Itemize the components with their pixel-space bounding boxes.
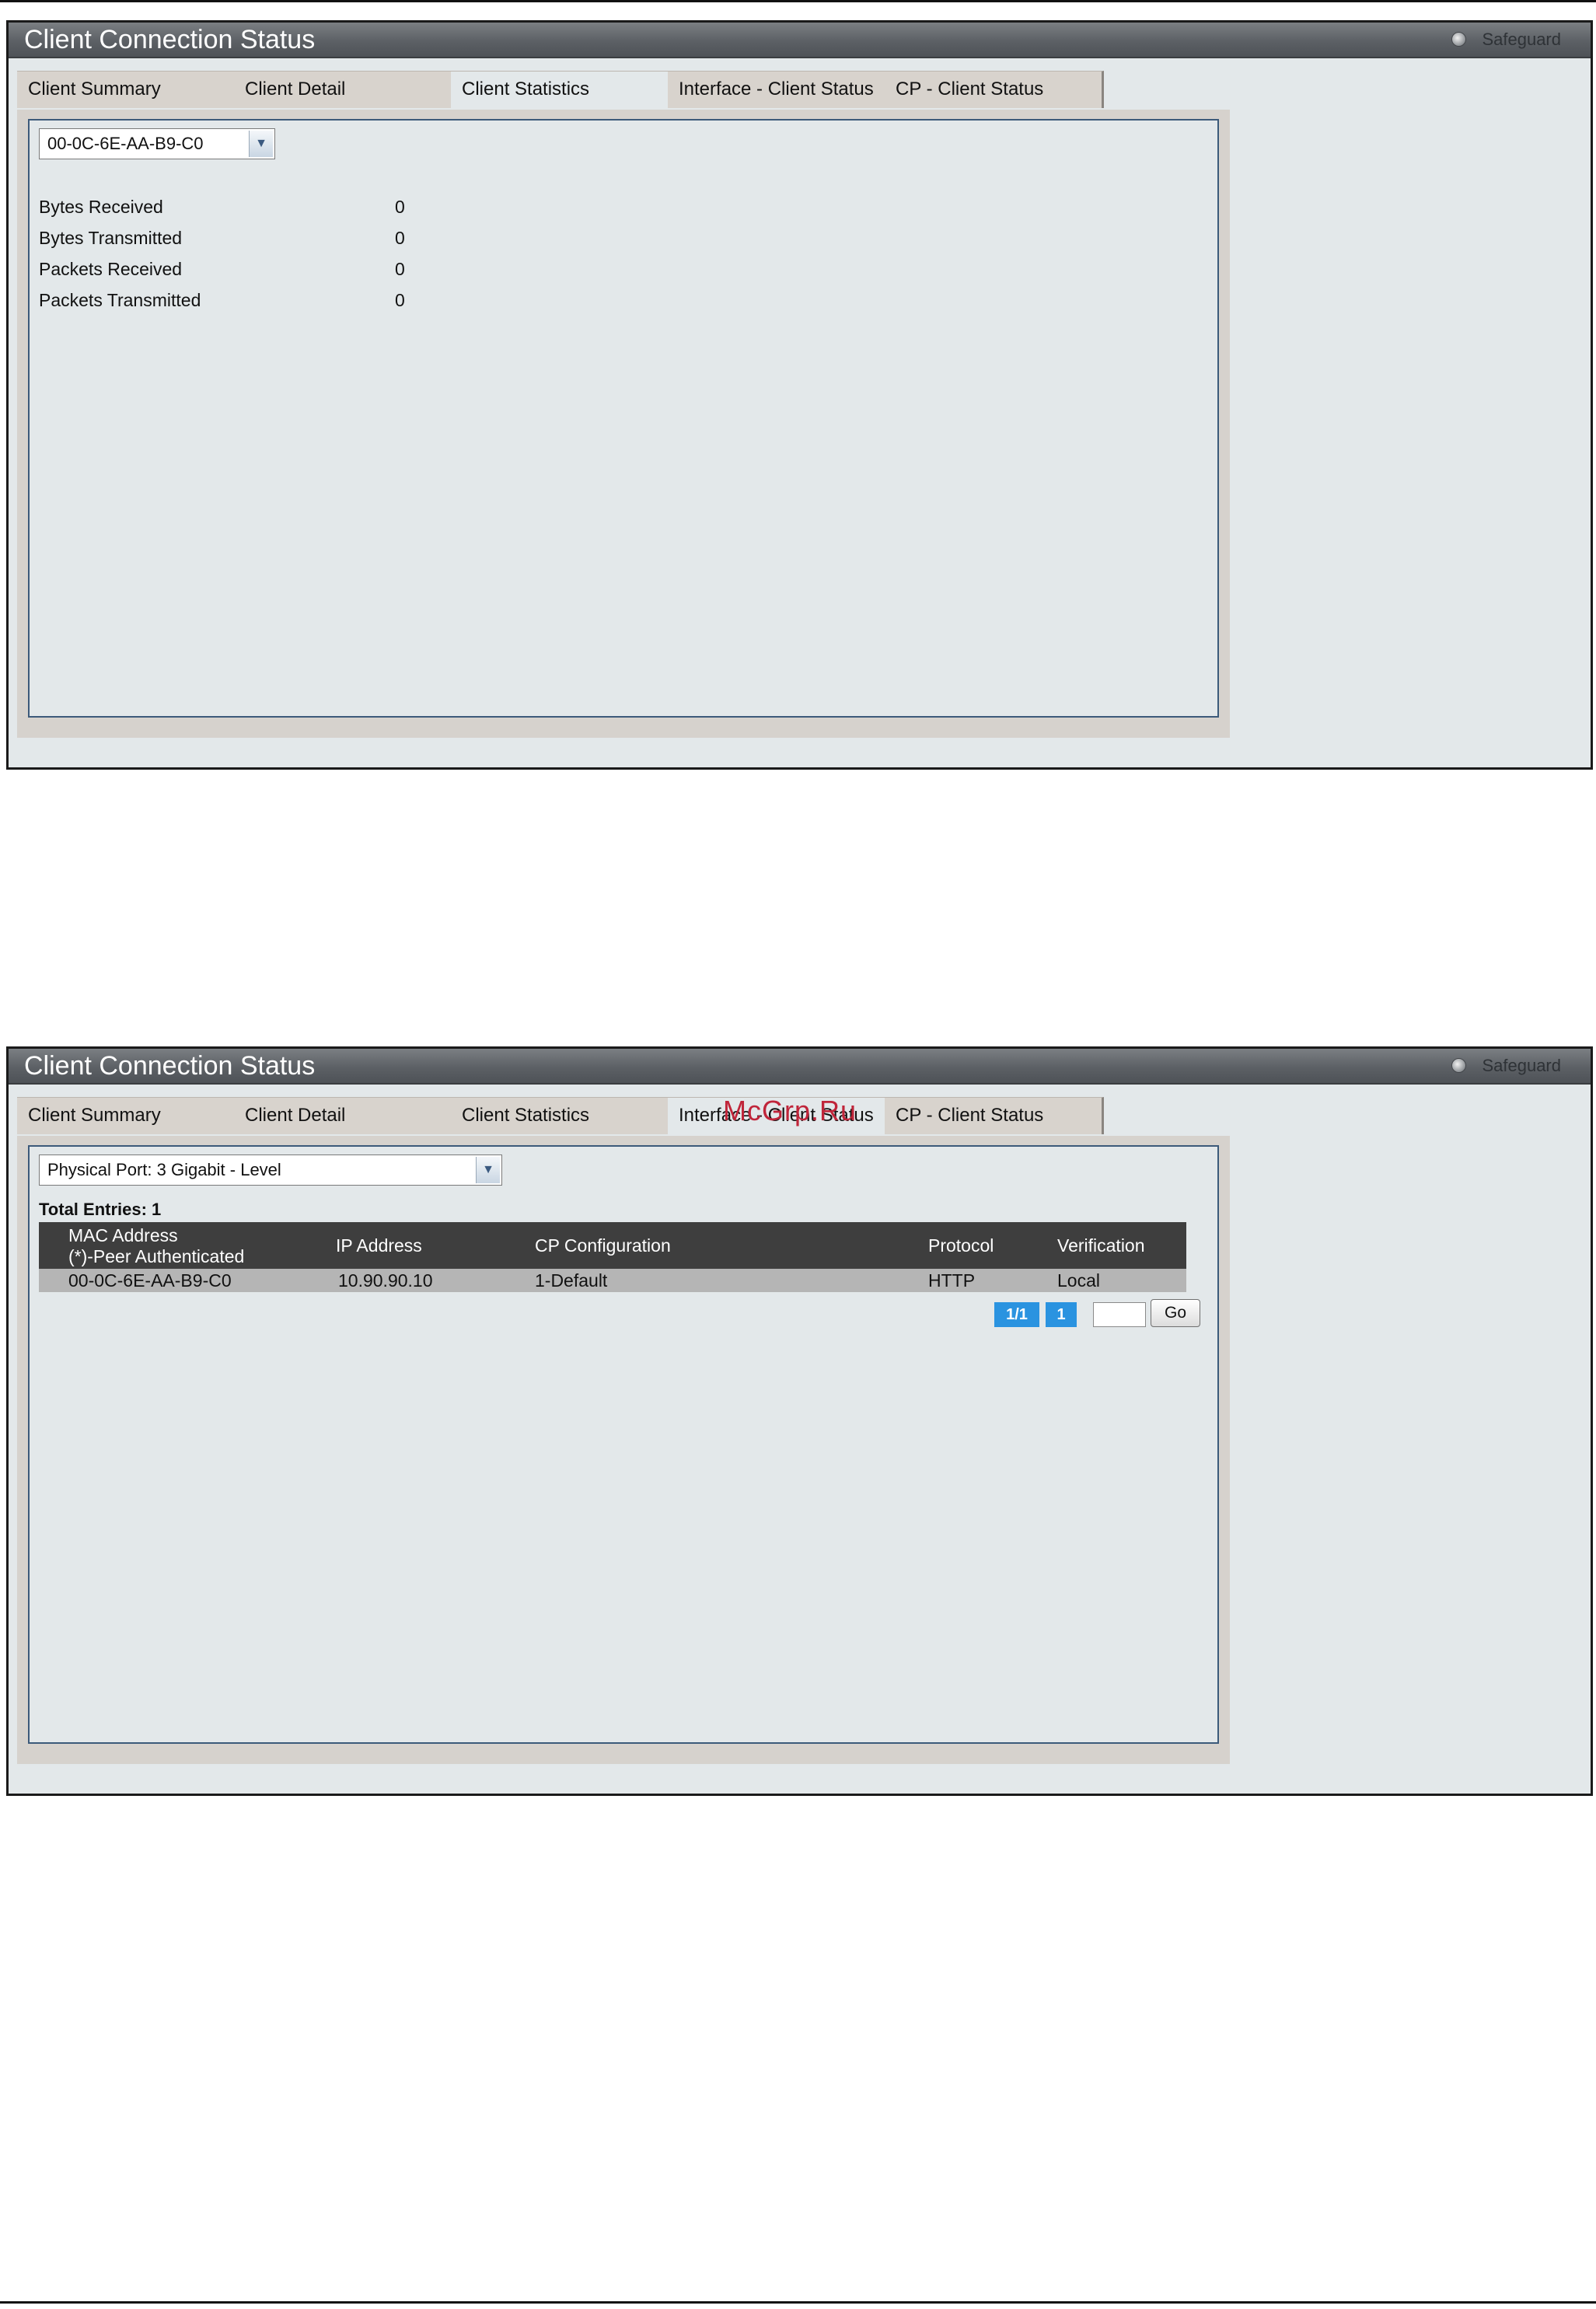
page-summary: 1/1 bbox=[994, 1302, 1039, 1327]
safeguard-label: Safeguard bbox=[1482, 1056, 1561, 1075]
tab-content-frame: 00-0C-6E-AA-B9-C0 ▼ Bytes Received 0 Byt… bbox=[17, 110, 1230, 738]
bytes-received-label: Bytes Received bbox=[39, 197, 163, 217]
page-top-rule bbox=[0, 0, 1596, 2]
header-ip-address: IP Address bbox=[336, 1235, 422, 1256]
total-entries: Total Entries: 1 bbox=[39, 1200, 162, 1219]
header-mac-address: MAC Address bbox=[68, 1225, 178, 1245]
safeguard-indicator: Safeguard bbox=[1451, 30, 1561, 49]
page-number-button[interactable]: 1 bbox=[1046, 1302, 1077, 1327]
tab-client-summary[interactable]: Client Summary bbox=[17, 71, 236, 108]
tab-client-detail[interactable]: Client Detail bbox=[234, 71, 453, 108]
packets-received-label: Packets Received bbox=[39, 259, 183, 279]
packets-received-value: 0 bbox=[395, 259, 405, 279]
page-jump-input[interactable] bbox=[1093, 1302, 1146, 1327]
page-bottom-rule bbox=[0, 2301, 1596, 2304]
panel-title: Client Connection Status bbox=[24, 25, 316, 54]
client-connection-status-panel-interface: Client Connection Status Safeguard Clien… bbox=[6, 1046, 1593, 1796]
tab-client-detail[interactable]: Client Detail bbox=[234, 1097, 453, 1134]
cell-protocol: HTTP bbox=[928, 1270, 976, 1291]
chevron-down-icon[interactable]: ▼ bbox=[249, 131, 273, 157]
panel-titlebar: Client Connection Status Safeguard bbox=[9, 1049, 1591, 1085]
mac-address-select[interactable]: 00-0C-6E-AA-B9-C0 ▼ bbox=[39, 128, 275, 159]
safeguard-indicator-icon bbox=[1451, 32, 1467, 47]
safeguard-indicator: Safeguard bbox=[1451, 1057, 1561, 1075]
panel-titlebar: Client Connection Status Safeguard bbox=[9, 23, 1591, 58]
port-select-value: Physical Port: 3 Gigabit - Level bbox=[47, 1160, 281, 1179]
tab-interface-client-status[interactable]: Interface - Client Status bbox=[668, 71, 887, 108]
panel-title: Client Connection Status bbox=[24, 1051, 316, 1081]
tab-cp-client-status[interactable]: CP - Client Status bbox=[885, 1097, 1104, 1134]
watermark: McGrp.Ru bbox=[723, 1095, 857, 1127]
header-cp-configuration: CP Configuration bbox=[535, 1235, 671, 1256]
cell-cp-configuration: 1-Default bbox=[535, 1270, 608, 1291]
safeguard-label: Safeguard bbox=[1482, 30, 1561, 49]
bytes-transmitted-label: Bytes Transmitted bbox=[39, 228, 183, 248]
header-protocol: Protocol bbox=[928, 1235, 994, 1256]
tab-client-statistics[interactable]: Client Statistics bbox=[451, 1097, 670, 1134]
mac-address-select-value: 00-0C-6E-AA-B9-C0 bbox=[47, 134, 204, 153]
header-verification: Verification bbox=[1057, 1235, 1145, 1256]
tab-client-summary[interactable]: Client Summary bbox=[17, 1097, 236, 1134]
client-statistics-content: 00-0C-6E-AA-B9-C0 ▼ Bytes Received 0 Byt… bbox=[28, 119, 1219, 718]
packets-transmitted-label: Packets Transmitted bbox=[39, 290, 201, 310]
bytes-transmitted-value: 0 bbox=[395, 228, 405, 248]
interface-client-status-content: Physical Port: 3 Gigabit - Level ▼ Total… bbox=[28, 1145, 1219, 1744]
table-header: MAC Address (*)-Peer Authenticated IP Ad… bbox=[39, 1222, 1186, 1269]
bytes-received-value: 0 bbox=[395, 197, 405, 217]
client-connection-status-panel-statistics: Client Connection Status Safeguard Clien… bbox=[6, 20, 1593, 770]
port-select[interactable]: Physical Port: 3 Gigabit - Level ▼ bbox=[39, 1154, 502, 1186]
tab-cp-client-status[interactable]: CP - Client Status bbox=[885, 71, 1104, 108]
safeguard-indicator-icon bbox=[1451, 1058, 1467, 1073]
cell-verification: Local bbox=[1057, 1270, 1100, 1291]
table-row[interactable]: 00-0C-6E-AA-B9-C0 10.90.90.10 1-Default … bbox=[39, 1269, 1186, 1292]
cell-ip-address: 10.90.90.10 bbox=[338, 1270, 433, 1291]
header-peer-authenticated: (*)-Peer Authenticated bbox=[68, 1246, 245, 1266]
tab-client-statistics[interactable]: Client Statistics bbox=[451, 71, 670, 108]
chevron-down-icon[interactable]: ▼ bbox=[476, 1157, 500, 1183]
tab-content-frame: Physical Port: 3 Gigabit - Level ▼ Total… bbox=[17, 1136, 1230, 1764]
packets-transmitted-value: 0 bbox=[395, 290, 405, 310]
go-button[interactable]: Go bbox=[1151, 1299, 1200, 1327]
cell-mac-address: 00-0C-6E-AA-B9-C0 bbox=[68, 1270, 232, 1291]
